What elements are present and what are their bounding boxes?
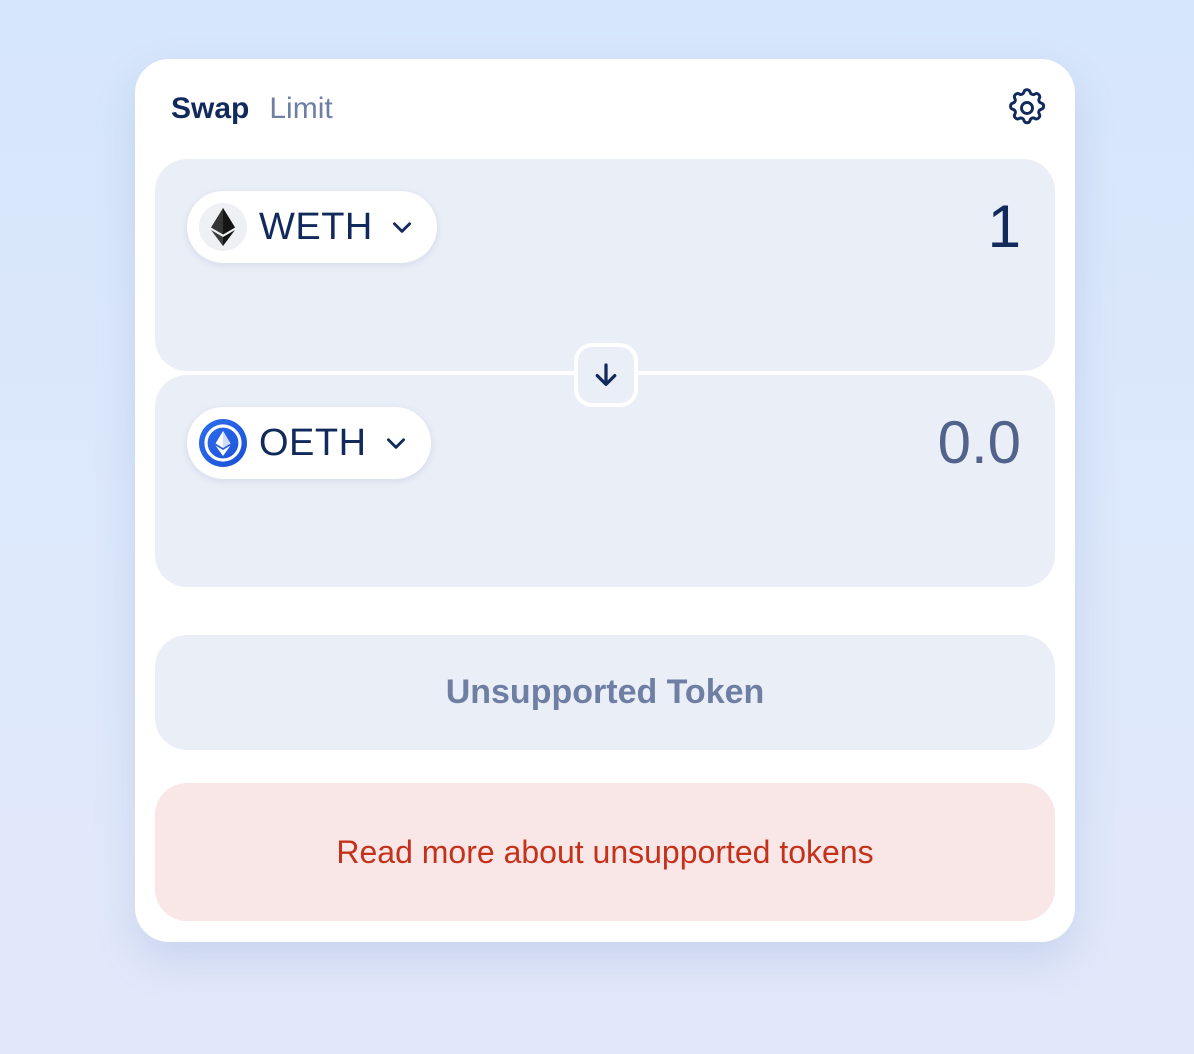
input-amount[interactable]: 1 [988,195,1021,259]
output-amount[interactable]: 0.0 [938,411,1021,475]
swap-tabs: Swap Limit [171,89,333,129]
oeth-token-icon [199,419,247,467]
output-token-symbol: OETH [259,421,367,464]
swap-card: Swap Limit WETH 1 OETH 0.0 Unsupported T… [135,59,1075,942]
switch-direction-button[interactable] [574,343,638,407]
arrow-down-icon [595,363,617,386]
tab-limit[interactable]: Limit [269,92,332,126]
unsupported-token-button[interactable]: Unsupported Token [155,635,1055,750]
input-token-selector[interactable]: WETH [187,191,437,263]
gear-icon[interactable] [1005,86,1049,130]
input-token-symbol: WETH [259,205,373,248]
chevron-down-icon [386,438,405,449]
weth-token-icon [199,203,247,251]
output-token-selector[interactable]: OETH [187,407,431,479]
tab-swap[interactable]: Swap [171,92,249,126]
unsupported-tokens-link[interactable]: Read more about unsupported tokens [336,834,873,871]
input-panel: WETH 1 [155,159,1055,371]
unsupported-warning-banner: Read more about unsupported tokens [155,783,1055,921]
chevron-down-icon [392,222,411,233]
